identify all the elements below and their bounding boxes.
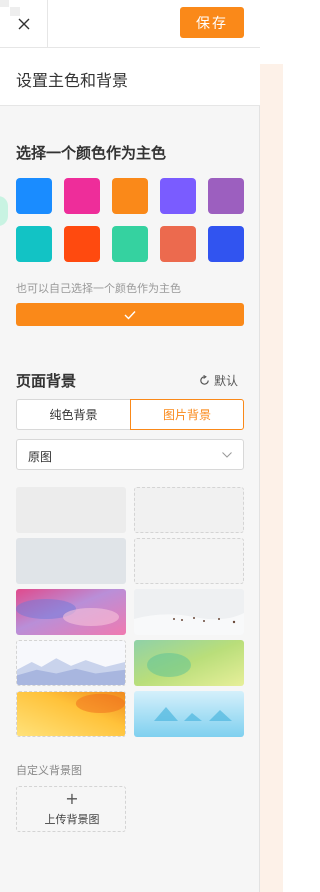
upload-background-button[interactable]: + 上传背景图 — [16, 786, 126, 832]
watercolor-green-image — [134, 640, 244, 686]
background-thumbnail[interactable] — [16, 589, 126, 635]
background-thumbnail[interactable] — [134, 640, 244, 686]
color-swatch[interactable] — [208, 226, 244, 262]
image-mode-value: 原图 — [28, 450, 53, 464]
background-thumbnail[interactable] — [16, 487, 126, 533]
refresh-icon — [200, 375, 209, 385]
custom-background-label: 自定义背景图 — [16, 764, 82, 777]
color-swatch[interactable] — [160, 178, 196, 214]
background-thumbnail[interactable] — [134, 691, 244, 737]
panel-title: 设置主色和背景 — [16, 71, 129, 90]
check-icon — [124, 310, 136, 320]
image-mode-select[interactable]: 原图 — [16, 439, 244, 470]
color-swatch[interactable] — [64, 178, 100, 214]
lake-mountain-image — [134, 691, 244, 737]
misty-mountain-image — [17, 641, 125, 685]
background-thumbnail[interactable] — [134, 589, 244, 635]
color-swatch[interactable] — [160, 226, 196, 262]
close-button[interactable] — [0, 0, 48, 47]
side-handle[interactable] — [0, 196, 8, 226]
panel-toolbar: 保存 — [0, 0, 260, 48]
color-swatch[interactable] — [112, 178, 148, 214]
color-swatch[interactable] — [64, 226, 100, 262]
background-thumbnail[interactable] — [134, 487, 244, 533]
background-thumbnail[interactable] — [16, 691, 126, 737]
page-canvas — [260, 0, 283, 892]
color-swatch[interactable] — [112, 226, 148, 262]
settings-panel: 保存 设置主色和背景 选择一个颜色作为主色 也可以自己选择一个颜色作为主色 页面… — [0, 0, 260, 892]
upload-background-label: 上传背景图 — [44, 813, 100, 826]
close-icon — [18, 18, 29, 29]
chevron-down-icon — [222, 452, 232, 458]
theme-section-title: 选择一个颜色作为主色 — [16, 144, 167, 162]
background-type-tabs: 纯色背景 图片背景 — [16, 399, 244, 430]
background-thumbnail[interactable] — [134, 538, 244, 584]
panel-header: 设置主色和背景 — [0, 48, 260, 106]
background-thumbnail[interactable] — [16, 538, 126, 584]
reset-default-button[interactable]: 默认 — [199, 372, 238, 389]
save-button[interactable]: 保存 — [180, 7, 244, 38]
color-swatch[interactable] — [208, 178, 244, 214]
background-section-title: 页面背景 — [16, 372, 77, 390]
custom-color-picker[interactable] — [16, 303, 244, 326]
tab-image-background[interactable]: 图片背景 — [130, 399, 244, 430]
reset-default-label: 默认 — [214, 374, 239, 388]
page-preview — [260, 64, 283, 892]
custom-color-hint: 也可以自己选择一个颜色作为主色 — [16, 282, 181, 295]
color-swatch[interactable] — [16, 226, 52, 262]
background-thumbnail[interactable] — [16, 640, 126, 686]
watercolor-pink-image — [16, 589, 126, 635]
watercolor-yellow-image — [17, 692, 125, 736]
plus-icon: + — [65, 789, 79, 808]
color-swatch[interactable] — [16, 178, 52, 214]
snow-landscape-image — [134, 589, 244, 635]
tab-solid-background[interactable]: 纯色背景 — [16, 399, 130, 430]
